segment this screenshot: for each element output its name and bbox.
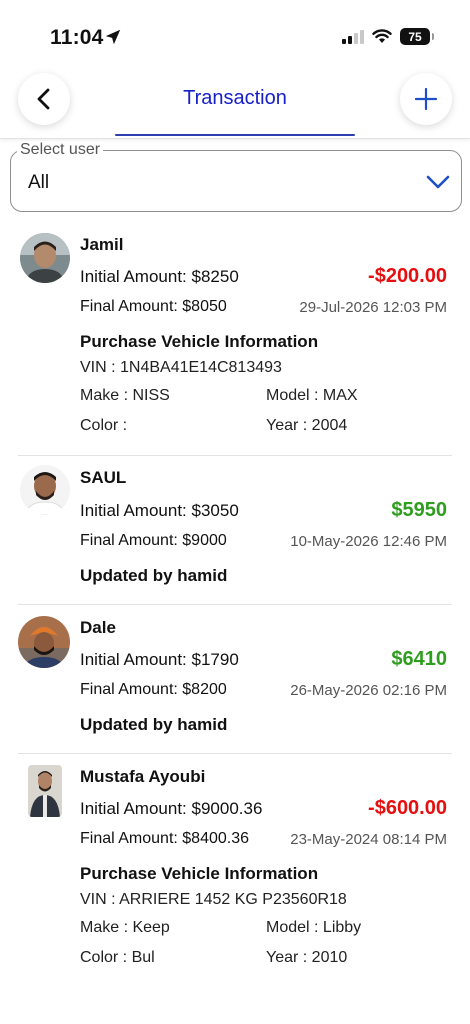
final-amount: Final Amount: $8050 <box>80 298 227 315</box>
cellular-signal-icon <box>342 29 364 44</box>
wifi-icon <box>372 29 392 43</box>
initial-amount: Initial Amount: $3050 <box>80 501 239 520</box>
vehicle-model: Model : MAX <box>266 387 358 404</box>
plus-icon <box>414 87 438 111</box>
user-name: Jamil <box>80 235 124 254</box>
final-amount: Final Amount: $9000 <box>80 532 227 549</box>
user-name: Dale <box>80 618 116 637</box>
location-arrow-icon <box>105 29 121 45</box>
vehicle-info-title: Purchase Vehicle Information <box>80 864 319 883</box>
vehicle-model: Model : Libby <box>266 919 362 936</box>
vehicle-info-title: Purchase Vehicle Information <box>80 332 319 351</box>
status-indicators: 75 <box>342 28 434 45</box>
vehicle-color: Color : <box>80 417 128 434</box>
transaction-amount: $5950 <box>391 499 447 521</box>
header: Transaction <box>0 70 470 139</box>
transaction-date: 29-Jul-2026 12:03 PM <box>299 299 447 316</box>
updated-by: Updated by hamid <box>80 715 228 734</box>
chevron-down-icon <box>426 175 450 189</box>
vehicle-make: Make : Keep <box>80 919 170 936</box>
transaction-date: 26-May-2026 02:16 PM <box>290 682 447 699</box>
user-name: SAUL <box>80 468 127 487</box>
battery-level: 75 <box>408 29 422 44</box>
vehicle-year: Year : 2004 <box>266 417 348 434</box>
initial-amount: Initial Amount: $9000.36 <box>80 799 263 818</box>
transaction-amount: -$600.00 <box>368 797 447 819</box>
vehicle-year: Year : 2010 <box>266 949 348 966</box>
divider <box>18 753 452 754</box>
updated-by: Updated by hamid <box>80 566 228 585</box>
initial-amount: Initial Amount: $1790 <box>80 650 239 669</box>
transaction-date: 10-May-2026 12:46 PM <box>290 533 447 550</box>
select-user-label: Select user <box>17 141 104 159</box>
vehicle-vin: VIN : ARRIERE 1452 KG P23560R18 <box>80 891 347 908</box>
transaction-item[interactable]: Jamil Initial Amount: $8250 -$200.00 Fin… <box>0 230 470 455</box>
vehicle-make: Make : NISS <box>80 387 170 404</box>
battery-icon: 75 <box>400 28 434 45</box>
status-bar: 11:04 75 <box>0 0 470 70</box>
final-amount: Final Amount: $8400.36 <box>80 830 250 847</box>
select-user-value: All <box>28 172 50 193</box>
add-transaction-button[interactable] <box>400 73 452 125</box>
transaction-item[interactable]: SAUL Initial Amount: $3050 $5950 Final A… <box>0 465 470 605</box>
vehicle-color: Color : Bul <box>80 949 155 966</box>
divider <box>18 455 452 456</box>
user-name: Mustafa Ayoubi <box>80 767 206 786</box>
transaction-amount: $6410 <box>391 648 447 670</box>
title-underline <box>115 134 355 136</box>
final-amount: Final Amount: $8200 <box>80 681 227 698</box>
vehicle-vin: VIN : 1N4BA41E14C813493 <box>80 359 282 376</box>
initial-amount: Initial Amount: $8250 <box>80 267 239 286</box>
status-time: 11:04 <box>50 26 104 49</box>
divider <box>18 604 452 605</box>
avatar <box>20 465 70 515</box>
transaction-amount: -$200.00 <box>368 265 447 287</box>
select-user-dropdown[interactable]: Select user All <box>10 141 462 212</box>
avatar <box>28 765 62 817</box>
avatar <box>20 233 70 283</box>
transaction-date: 23-May-2024 08:14 PM <box>290 831 447 848</box>
avatar <box>18 616 70 668</box>
transaction-item[interactable]: Dale Initial Amount: $1790 $6410 Final A… <box>0 614 470 754</box>
transaction-item[interactable]: Mustafa Ayoubi Initial Amount: $9000.36 … <box>0 763 470 988</box>
